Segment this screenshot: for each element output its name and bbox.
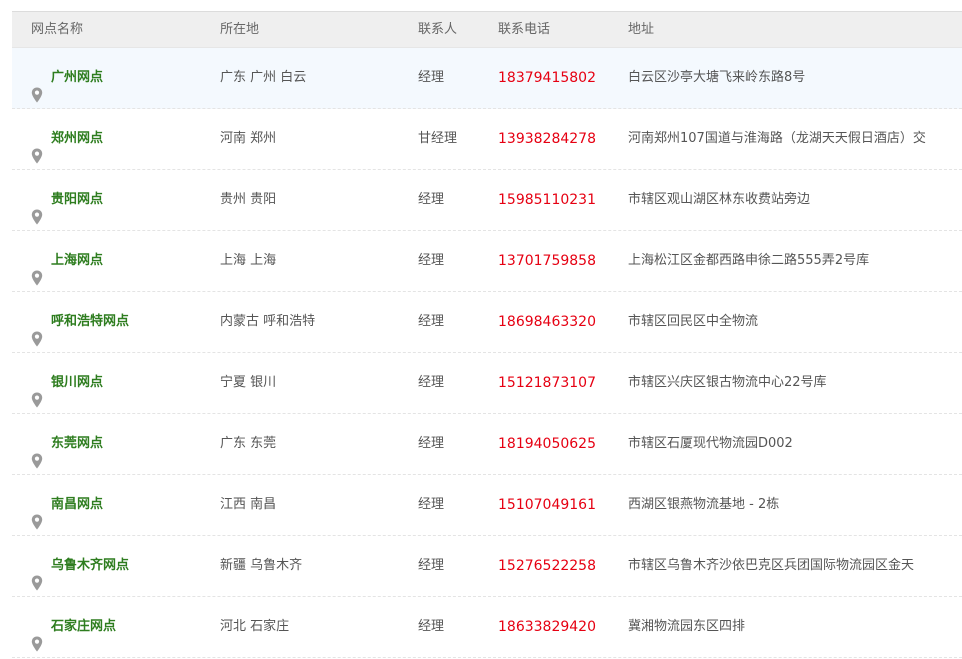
- branch-name-cell[interactable]: 贵阳网点: [31, 170, 103, 230]
- branch-name-cell[interactable]: 石家庄网点: [31, 597, 116, 657]
- branch-contact: 经理: [418, 314, 445, 329]
- table-row: 贵阳网点 贵州 贵阳 经理 15985110231 市辖区观山湖区林东收费站旁边: [12, 170, 962, 231]
- branch-name-link[interactable]: 广州网点: [51, 48, 103, 108]
- branch-address: 冀湘物流园东区四排: [628, 619, 746, 634]
- branch-location: 宁夏 银川: [220, 375, 277, 390]
- table-row: 上海网点 上海 上海 经理 13701759858 上海松江区金都西路申徐二路555弄2…: [12, 231, 962, 292]
- branch-phone: 18379415802: [498, 70, 596, 86]
- branch-phone: 13701759858: [498, 253, 596, 269]
- branch-contact: 经理: [418, 253, 445, 268]
- branch-name-link[interactable]: 乌鲁木齐网点: [51, 536, 129, 596]
- branch-phone: 13938284278: [498, 131, 596, 147]
- branch-contact: 经理: [418, 619, 445, 634]
- header-address: 地址: [628, 22, 655, 37]
- branch-contact: 经理: [418, 497, 445, 512]
- branch-name-cell[interactable]: 东莞网点: [31, 414, 103, 474]
- table-row: 郑州网点 河南 郑州 甘经理 13938284278 河南郑州107国道与淮海路（龙湖天…: [12, 109, 962, 170]
- branch-address: 西湖区银燕物流基地 - 2栋: [628, 497, 780, 512]
- table-row: 南昌网点 江西 南昌 经理 15107049161 西湖区银燕物流基地 - 2栋: [12, 475, 962, 536]
- branch-name-link[interactable]: 郑州网点: [51, 109, 103, 169]
- branch-location: 广东 东莞: [220, 436, 277, 451]
- branch-location: 贵州 贵阳: [220, 192, 277, 207]
- branch-location: 河北 石家庄: [220, 619, 290, 634]
- branch-phone: 15276522258: [498, 558, 596, 574]
- branch-name-cell[interactable]: 广州网点: [31, 48, 103, 108]
- branch-location: 新疆 乌鲁木齐: [220, 558, 303, 573]
- branch-contact: 甘经理: [418, 131, 458, 146]
- branch-name-cell[interactable]: 南昌网点: [31, 475, 103, 535]
- header-contact: 联系人: [418, 22, 458, 37]
- branch-name-link[interactable]: 上海网点: [51, 231, 103, 291]
- branch-location: 江西 南昌: [220, 497, 277, 512]
- branch-address: 市辖区石厦现代物流园D002: [628, 436, 793, 451]
- branch-phone: 15107049161: [498, 497, 596, 513]
- branch-contact: 经理: [418, 375, 445, 390]
- branch-address: 市辖区观山湖区林东收费站旁边: [628, 192, 811, 207]
- branch-phone: 18194050625: [498, 436, 596, 452]
- table-row: 呼和浩特网点 内蒙古 呼和浩特 经理 18698463320 市辖区回民区中全物流: [12, 292, 962, 353]
- branch-address: 河南郑州107国道与淮海路（龙湖天天假日酒店）交: [628, 131, 926, 146]
- header-location: 所在地: [220, 22, 260, 37]
- location-pin-icon: [31, 131, 43, 164]
- branch-location: 上海 上海: [220, 253, 277, 268]
- branch-address: 市辖区兴庆区银古物流中心22号库: [628, 375, 827, 390]
- branch-address: 上海松江区金都西路申徐二路555弄2号库: [628, 253, 870, 268]
- branch-phone: 15985110231: [498, 192, 596, 208]
- branch-name-cell[interactable]: 郑州网点: [31, 109, 103, 169]
- branch-name-link[interactable]: 石家庄网点: [51, 597, 116, 657]
- branch-name-link[interactable]: 呼和浩特网点: [51, 292, 129, 352]
- location-pin-icon: [31, 619, 43, 652]
- location-pin-icon: [31, 497, 43, 530]
- branch-name-cell[interactable]: 上海网点: [31, 231, 103, 291]
- branch-contact: 经理: [418, 192, 445, 207]
- branch-name-link[interactable]: 银川网点: [51, 353, 103, 413]
- table-row: 银川网点 宁夏 银川 经理 15121873107 市辖区兴庆区银古物流中心22号库: [12, 353, 962, 414]
- branch-contact: 经理: [418, 436, 445, 451]
- table-row: 石家庄网点 河北 石家庄 经理 18633829420 冀湘物流园东区四排: [12, 597, 962, 658]
- branch-table: 网点名称 所在地 联系人 联系电话 地址 广州网点 广东 广州 白云 经理 18379…: [12, 11, 962, 658]
- branch-location: 河南 郑州: [220, 131, 277, 146]
- header-phone: 联系电话: [498, 22, 551, 37]
- branch-address: 市辖区回民区中全物流: [628, 314, 759, 329]
- branch-name-link[interactable]: 南昌网点: [51, 475, 103, 535]
- branch-address: 白云区沙亭大塘飞来岭东路8号: [628, 70, 806, 85]
- branch-name-cell[interactable]: 乌鲁木齐网点: [31, 536, 129, 596]
- table-row: 广州网点 广东 广州 白云 经理 18379415802 白云区沙亭大塘飞来岭东路8号: [12, 48, 962, 109]
- location-pin-icon: [31, 558, 43, 591]
- branch-name-cell[interactable]: 呼和浩特网点: [31, 292, 129, 352]
- location-pin-icon: [31, 70, 43, 103]
- table-row: 东莞网点 广东 东莞 经理 18194050625 市辖区石厦现代物流园D002: [12, 414, 962, 475]
- branch-contact: 经理: [418, 558, 445, 573]
- header-name: 网点名称: [31, 22, 84, 37]
- table-row: 乌鲁木齐网点 新疆 乌鲁木齐 经理 15276522258 市辖区乌鲁木齐沙依巴克区兵团…: [12, 536, 962, 597]
- table-header: 网点名称 所在地 联系人 联系电话 地址: [12, 11, 962, 48]
- location-pin-icon: [31, 375, 43, 408]
- branch-location: 内蒙古 呼和浩特: [220, 314, 316, 329]
- branch-name-link[interactable]: 贵阳网点: [51, 170, 103, 230]
- location-pin-icon: [31, 192, 43, 225]
- location-pin-icon: [31, 253, 43, 286]
- branch-phone: 18633829420: [498, 619, 596, 635]
- branch-phone: 15121873107: [498, 375, 596, 391]
- location-pin-icon: [31, 436, 43, 469]
- branch-address: 市辖区乌鲁木齐沙依巴克区兵团国际物流园区金天: [628, 558, 915, 573]
- table-body: 广州网点 广东 广州 白云 经理 18379415802 白云区沙亭大塘飞来岭东路8号郑…: [12, 48, 962, 658]
- branch-location: 广东 广州 白云: [220, 70, 307, 85]
- branch-name-cell[interactable]: 银川网点: [31, 353, 103, 413]
- location-pin-icon: [31, 314, 43, 347]
- branch-contact: 经理: [418, 70, 445, 85]
- branch-name-link[interactable]: 东莞网点: [51, 414, 103, 474]
- branch-phone: 18698463320: [498, 314, 596, 330]
